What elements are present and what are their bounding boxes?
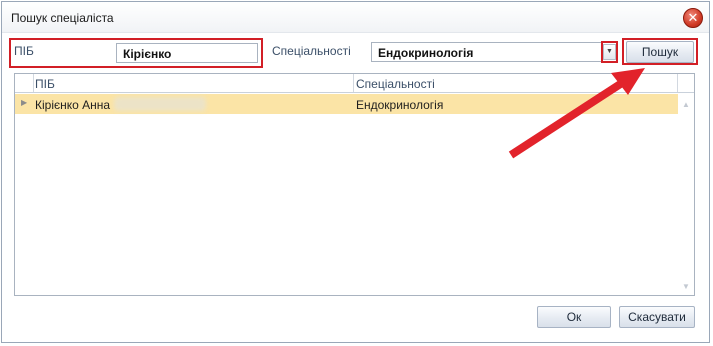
ok-button[interactable]: Ок [537, 306, 611, 328]
row-specialty: Ендокринологія [356, 98, 444, 112]
scroll-up-icon[interactable]: ▲ [682, 100, 690, 109]
vertical-scrollbar[interactable]: ▲ ▼ [679, 94, 693, 295]
dialog-title: Пошук спеціаліста [11, 11, 114, 25]
name-input[interactable]: Кірієнко [116, 43, 258, 63]
close-icon[interactable]: ✕ [683, 8, 703, 28]
specialty-label: Спеціальності [272, 44, 351, 58]
grid-header: ПІБ Спеціальності [15, 74, 694, 93]
column-header-specialty[interactable]: Спеціальності [356, 77, 435, 91]
scroll-down-icon[interactable]: ▼ [682, 282, 690, 291]
specialty-select[interactable]: Ендокринологія [371, 42, 617, 62]
column-header-name[interactable]: ПІБ [35, 77, 55, 91]
row-name: Кірієнко Анна [35, 98, 111, 112]
title-bar: Пошук спеціаліста ✕ [2, 2, 709, 33]
redacted-text [114, 97, 206, 111]
results-grid[interactable]: ПІБ Спеціальності ▶ Кірієнко Анна Ендокр… [14, 73, 695, 296]
name-label: ПІБ [14, 44, 34, 58]
table-row[interactable]: ▶ Кірієнко Анна Ендокринологія [15, 94, 678, 114]
chevron-down-icon[interactable]: ▼ [603, 44, 616, 60]
cancel-button[interactable]: Скасувати [619, 306, 695, 328]
row-indicator-icon: ▶ [21, 98, 28, 107]
search-button[interactable]: Пошук [626, 41, 694, 63]
